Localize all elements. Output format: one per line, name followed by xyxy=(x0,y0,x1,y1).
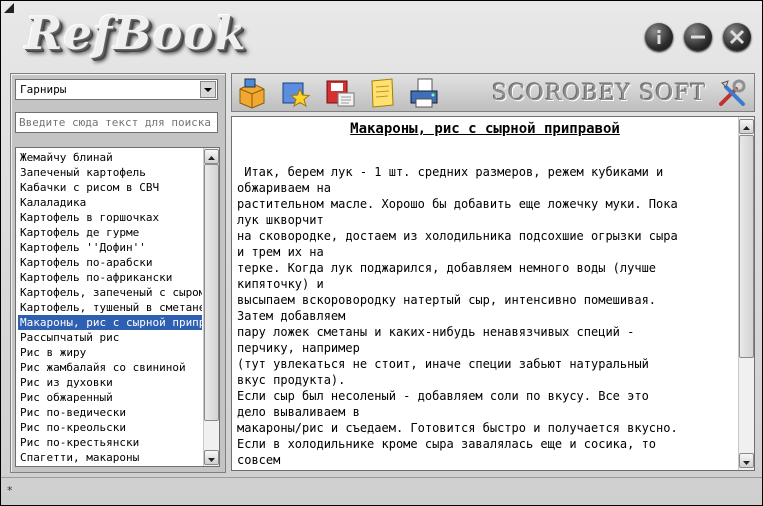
recipe-list-items: Жемайчу блинай Запеченый картофель Кабачки… xyxy=(18,150,202,465)
recipe-text-line: высыпаем вскоровородку натертый сыр, инт… xyxy=(237,293,657,307)
recipe-list-item[interactable]: Рис по-ведически xyxy=(18,405,202,420)
notes-icon[interactable] xyxy=(366,77,398,109)
scroll-down-button[interactable] xyxy=(739,453,754,468)
recipe-text-line: на сковородке, достаем из холодильника п… xyxy=(237,229,678,243)
recipe-list-item[interactable]: Запеченый картофель xyxy=(18,165,202,180)
recipe-text-line: Если в холодильнике кроме сыра завалялас… xyxy=(237,437,657,451)
favorites-star-icon[interactable] xyxy=(280,77,312,109)
recipe-text-line: обжариваем на xyxy=(237,181,331,195)
recipe-list-item[interactable]: Рассыпчатый рис xyxy=(18,330,202,345)
search-box xyxy=(15,112,218,133)
recipe-text-line: перчику, например xyxy=(237,341,360,355)
box-icon[interactable] xyxy=(236,77,268,109)
settings-tools-icon[interactable] xyxy=(716,77,748,109)
toolbar: SCOROBEY SOFT xyxy=(231,73,755,112)
recipe-list-item[interactable]: Картофель, запеченый с сыром xyxy=(18,285,202,300)
recipe-text-line: макароны/рис и съедаем. Готовится быстро… xyxy=(237,421,678,435)
brand-logo: SCOROBEY SOFT xyxy=(492,81,707,106)
recipe-text-line: Итак, берем лук - 1 шт. средних размеров… xyxy=(237,165,664,179)
recipe-list-item[interactable]: Картофель ''Дофин'' xyxy=(18,240,202,255)
recipe-text-line: лук шкворчит xyxy=(237,213,324,227)
recipe-list-item[interactable]: Картофель, тушеный в сметане xyxy=(18,300,202,315)
recipe-text-line: дело вываливаем в xyxy=(237,405,360,419)
category-select[interactable]: Гарниры xyxy=(15,79,218,100)
recipe-title: Макароны, рис с сырной приправой xyxy=(350,121,620,137)
left-panel: Гарниры Жемайчу блинайЗапеченый картофел… xyxy=(10,73,226,473)
minimize-icon xyxy=(691,35,705,39)
app-window: RefBook Гарниры Жемайчу блинайЗапеченый … xyxy=(0,0,763,506)
recipe-list-item[interactable]: Рис по-креольски xyxy=(18,420,202,435)
scroll-down-button[interactable] xyxy=(204,450,219,465)
recipe-list-item[interactable]: Кабачки с рисом в СВЧ xyxy=(18,180,202,195)
recipe-list-item[interactable]: Картофель по-африкански xyxy=(18,270,202,285)
recipe-list: Жемайчу блинай Запеченый картофель Кабачки… xyxy=(15,147,220,467)
chevron-up-icon xyxy=(743,126,750,130)
minimize-button[interactable] xyxy=(684,23,712,51)
recipe-list-item[interactable]: Спагетти, макароны xyxy=(18,450,202,465)
chevron-down-icon xyxy=(743,461,750,465)
dropdown-button[interactable] xyxy=(200,81,216,98)
recipe-list-item[interactable]: Картофель по-арабски xyxy=(18,255,202,270)
save-disk-icon[interactable] xyxy=(324,77,356,109)
category-value: Гарниры xyxy=(20,83,67,96)
recipe-list-item[interactable]: Рис в жиру xyxy=(18,345,202,360)
recipe-scrollbar[interactable] xyxy=(738,117,754,470)
scroll-up-button[interactable] xyxy=(204,149,219,164)
recipe-list-item[interactable]: Жемайчу блинай xyxy=(18,150,202,165)
recipe-text-line: (тут увлекаться не стоит, иначе специи з… xyxy=(237,357,649,371)
scroll-thumb[interactable] xyxy=(739,135,754,358)
scroll-thumb[interactable] xyxy=(204,164,219,421)
recipe-list-item[interactable]: Рис из духовки xyxy=(18,375,202,390)
recipe-list-item[interactable]: Калаладика xyxy=(18,195,202,210)
search-input[interactable] xyxy=(19,114,213,131)
close-icon xyxy=(729,29,745,45)
chevron-down-icon xyxy=(208,458,215,462)
recipe-list-item[interactable]: Картофель в горшочках xyxy=(18,210,202,225)
recipe-list-scrollbar[interactable] xyxy=(203,148,219,466)
recipe-list-item[interactable]: Рис по-крестьянски xyxy=(18,435,202,450)
recipe-list-item[interactable]: Рис жамбалайя со свининой xyxy=(18,360,202,375)
recipe-list-item[interactable]: Картофель де гурме xyxy=(18,225,202,240)
recipe-content: Макароны, рис с сырной приправой Итак, б… xyxy=(231,116,755,471)
recipe-list-item[interactable]: Макароны, рис с сырной приправой xyxy=(18,315,202,330)
status-bar: * xyxy=(1,477,762,506)
app-logo: RefBook xyxy=(25,7,247,60)
recipe-text-line: Затем добавляем xyxy=(237,309,346,323)
recipe-text-line: кипяточку) и xyxy=(237,277,324,291)
info-icon xyxy=(657,30,661,44)
chevron-down-icon xyxy=(204,88,212,92)
asterisk-icon: * xyxy=(7,484,13,497)
recipe-text-line: вкус продукта). xyxy=(237,373,346,387)
close-button[interactable] xyxy=(723,23,751,51)
recipe-text-line: совсем xyxy=(237,453,281,467)
recipe-text-line: Если сыр был несоленый - добавляем соли … xyxy=(237,389,649,403)
recipe-text-line: и трем их на xyxy=(237,245,324,259)
print-icon[interactable] xyxy=(408,77,440,109)
window-corner-icon xyxy=(4,3,14,13)
recipe-text-line: пару ложек сметаны и каких-нибудь ненавя… xyxy=(237,325,635,339)
recipe-list-item[interactable]: Рис обжаренный xyxy=(18,390,202,405)
recipe-text-line: терке. Когда лук поджарился, добавляем н… xyxy=(237,261,657,275)
info-button[interactable] xyxy=(645,23,673,51)
recipe-text: Итак, берем лук - 1 шт. средних размеров… xyxy=(237,164,731,468)
recipe-text-line: растительном масле. Хорошо бы добавить е… xyxy=(237,197,678,211)
scroll-up-button[interactable] xyxy=(739,119,754,134)
